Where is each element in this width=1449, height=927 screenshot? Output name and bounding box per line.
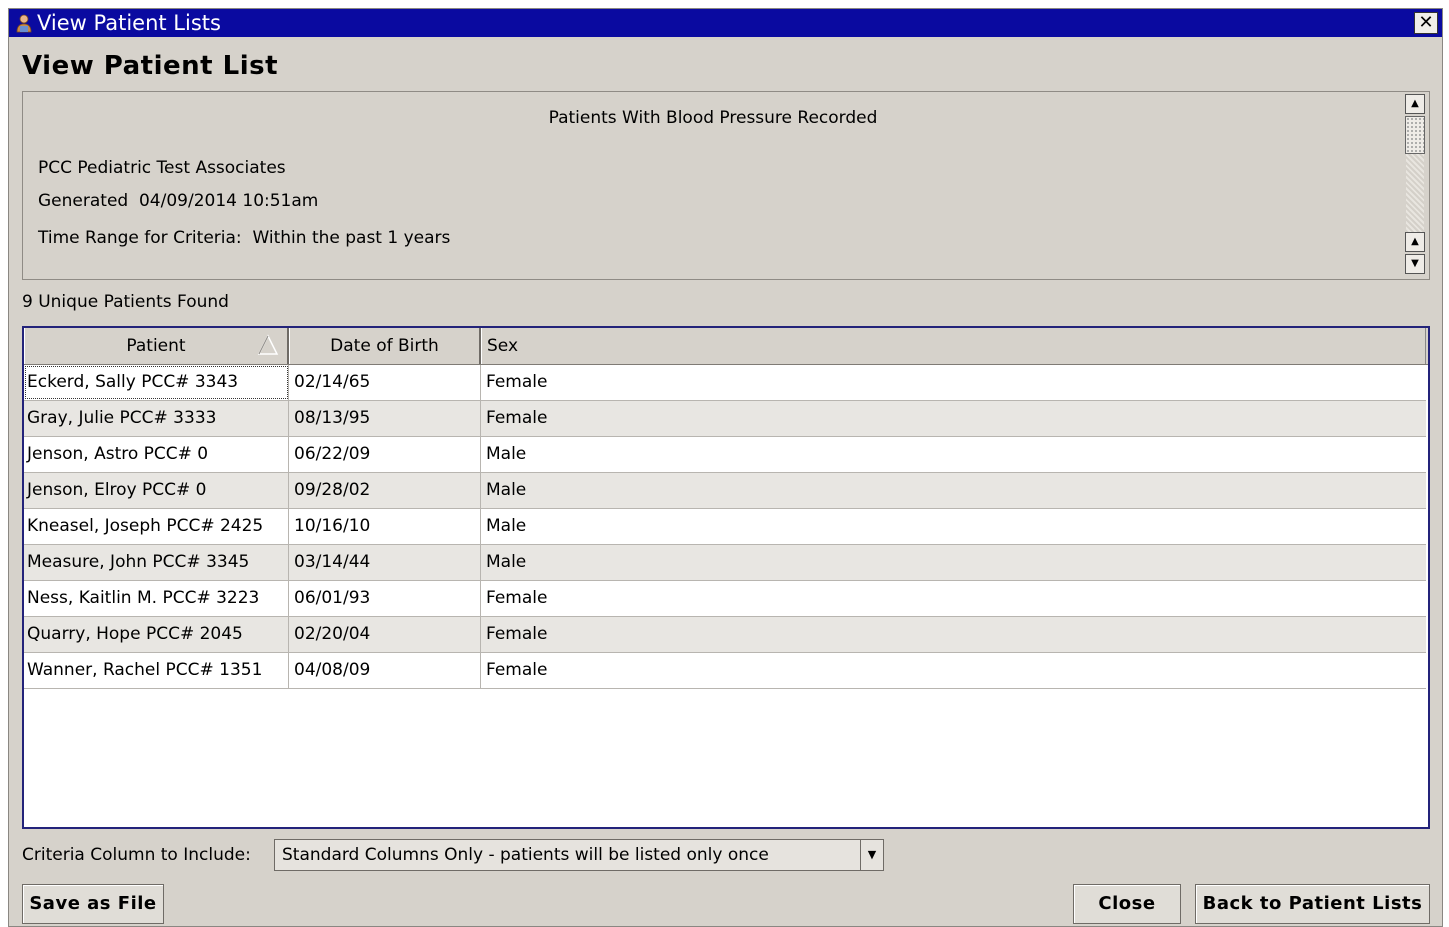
save-as-file-button[interactable]: Save as File (22, 884, 164, 924)
sex-cell: Female (486, 372, 548, 392)
info-scrollbar[interactable]: ▲ ▲ ▼ (1405, 94, 1425, 276)
patient-cell: Jenson, Astro PCC# 0 (24, 437, 289, 472)
patient-cell: Wanner, Rachel PCC# 1351 (24, 653, 289, 688)
column-header-label: Patient (126, 336, 186, 356)
chevron-down-icon[interactable]: ▼ (860, 840, 883, 870)
criteria-selected-value: Standard Columns Only - patients will be… (282, 845, 769, 865)
table-row[interactable]: Ness, Kaitlin M. PCC# 3223 06/01/93 Female (24, 581, 1426, 617)
patient-cell: Kneasel, Joseph PCC# 2425 (24, 509, 289, 544)
patient-icon (16, 14, 32, 33)
sex-cell: Female (486, 660, 548, 680)
criteria-column-select[interactable]: Standard Columns Only - patients will be… (274, 839, 884, 871)
back-to-patient-lists-button[interactable]: Back to Patient Lists (1195, 884, 1430, 924)
report-title: Patients With Blood Pressure Recorded (548, 108, 878, 128)
dialog-window: View Patient Lists ✕ View Patient List P… (8, 8, 1443, 927)
scroll-up-icon[interactable]: ▲ (1405, 232, 1425, 252)
patient-cell: Eckerd, Sally PCC# 3343 (24, 365, 289, 400)
table-row[interactable]: Jenson, Astro PCC# 0 06/22/09 Male (24, 437, 1426, 473)
table-row[interactable]: Eckerd, Sally PCC# 3343 02/14/65 Female (24, 365, 1426, 401)
table-header: Patient Date of Birth Sex (24, 328, 1428, 365)
dob-cell: 10/16/10 (289, 509, 481, 544)
patient-cell: Measure, John PCC# 3345 (24, 545, 289, 580)
table-row[interactable]: Wanner, Rachel PCC# 1351 04/08/09 Female (24, 653, 1426, 689)
dob-cell: 08/13/95 (289, 401, 481, 436)
sex-cell: Female (486, 408, 548, 428)
window-close-button[interactable]: ✕ (1414, 12, 1438, 34)
scroll-thumb[interactable] (1405, 116, 1425, 154)
criteria-label: Criteria Column to Include: (22, 845, 251, 865)
patient-cell: Ness, Kaitlin M. PCC# 3223 (24, 581, 289, 616)
column-header-patient[interactable]: Patient (24, 328, 289, 364)
title-bar[interactable]: View Patient Lists ✕ (9, 9, 1442, 37)
table-row[interactable]: Measure, John PCC# 3345 03/14/44 Male (24, 545, 1426, 581)
dob-cell: 09/28/02 (289, 473, 481, 508)
sex-cell: Female (486, 624, 548, 644)
patient-cell: Jenson, Elroy PCC# 0 (24, 473, 289, 508)
sex-cell: Female (486, 588, 548, 608)
window-title: View Patient Lists (37, 11, 221, 35)
sex-cell: Male (486, 552, 527, 572)
column-header-dob[interactable]: Date of Birth (289, 328, 481, 364)
time-range: Time Range for Criteria: Within the past… (38, 228, 451, 248)
dob-cell: 02/14/65 (289, 365, 481, 400)
close-button[interactable]: Close (1073, 884, 1181, 924)
table-row[interactable]: Gray, Julie PCC# 3333 08/13/95 Female (24, 401, 1426, 437)
dob-cell: 04/08/09 (289, 653, 481, 688)
report-info-panel: Patients With Blood Pressure Recorded PC… (22, 91, 1430, 280)
patient-table: Patient Date of Birth Sex Eckerd, Sally … (22, 326, 1430, 829)
dob-cell: 03/14/44 (289, 545, 481, 580)
table-row[interactable]: Kneasel, Joseph PCC# 2425 10/16/10 Male (24, 509, 1426, 545)
patient-cell: Gray, Julie PCC# 3333 (24, 401, 289, 436)
practice-name: PCC Pediatric Test Associates (38, 158, 286, 178)
sex-cell: Male (486, 444, 527, 464)
sort-ascending-icon (257, 334, 279, 355)
dob-cell: 06/22/09 (289, 437, 481, 472)
dob-cell: 02/20/04 (289, 617, 481, 652)
table-row[interactable]: Quarry, Hope PCC# 2045 02/20/04 Female (24, 617, 1426, 653)
sex-cell: Male (486, 516, 527, 536)
page-title: View Patient List (22, 51, 279, 81)
patient-count: 9 Unique Patients Found (22, 292, 229, 312)
dob-cell: 06/01/93 (289, 581, 481, 616)
scroll-up-icon[interactable]: ▲ (1405, 94, 1425, 114)
patient-cell: Quarry, Hope PCC# 2045 (24, 617, 289, 652)
sex-cell: Male (486, 480, 527, 500)
scroll-down-icon[interactable]: ▼ (1405, 254, 1425, 274)
generated-date: Generated 04/09/2014 10:51am (38, 191, 319, 211)
column-header-sex[interactable]: Sex (481, 328, 1426, 364)
table-row[interactable]: Jenson, Elroy PCC# 0 09/28/02 Male (24, 473, 1426, 509)
